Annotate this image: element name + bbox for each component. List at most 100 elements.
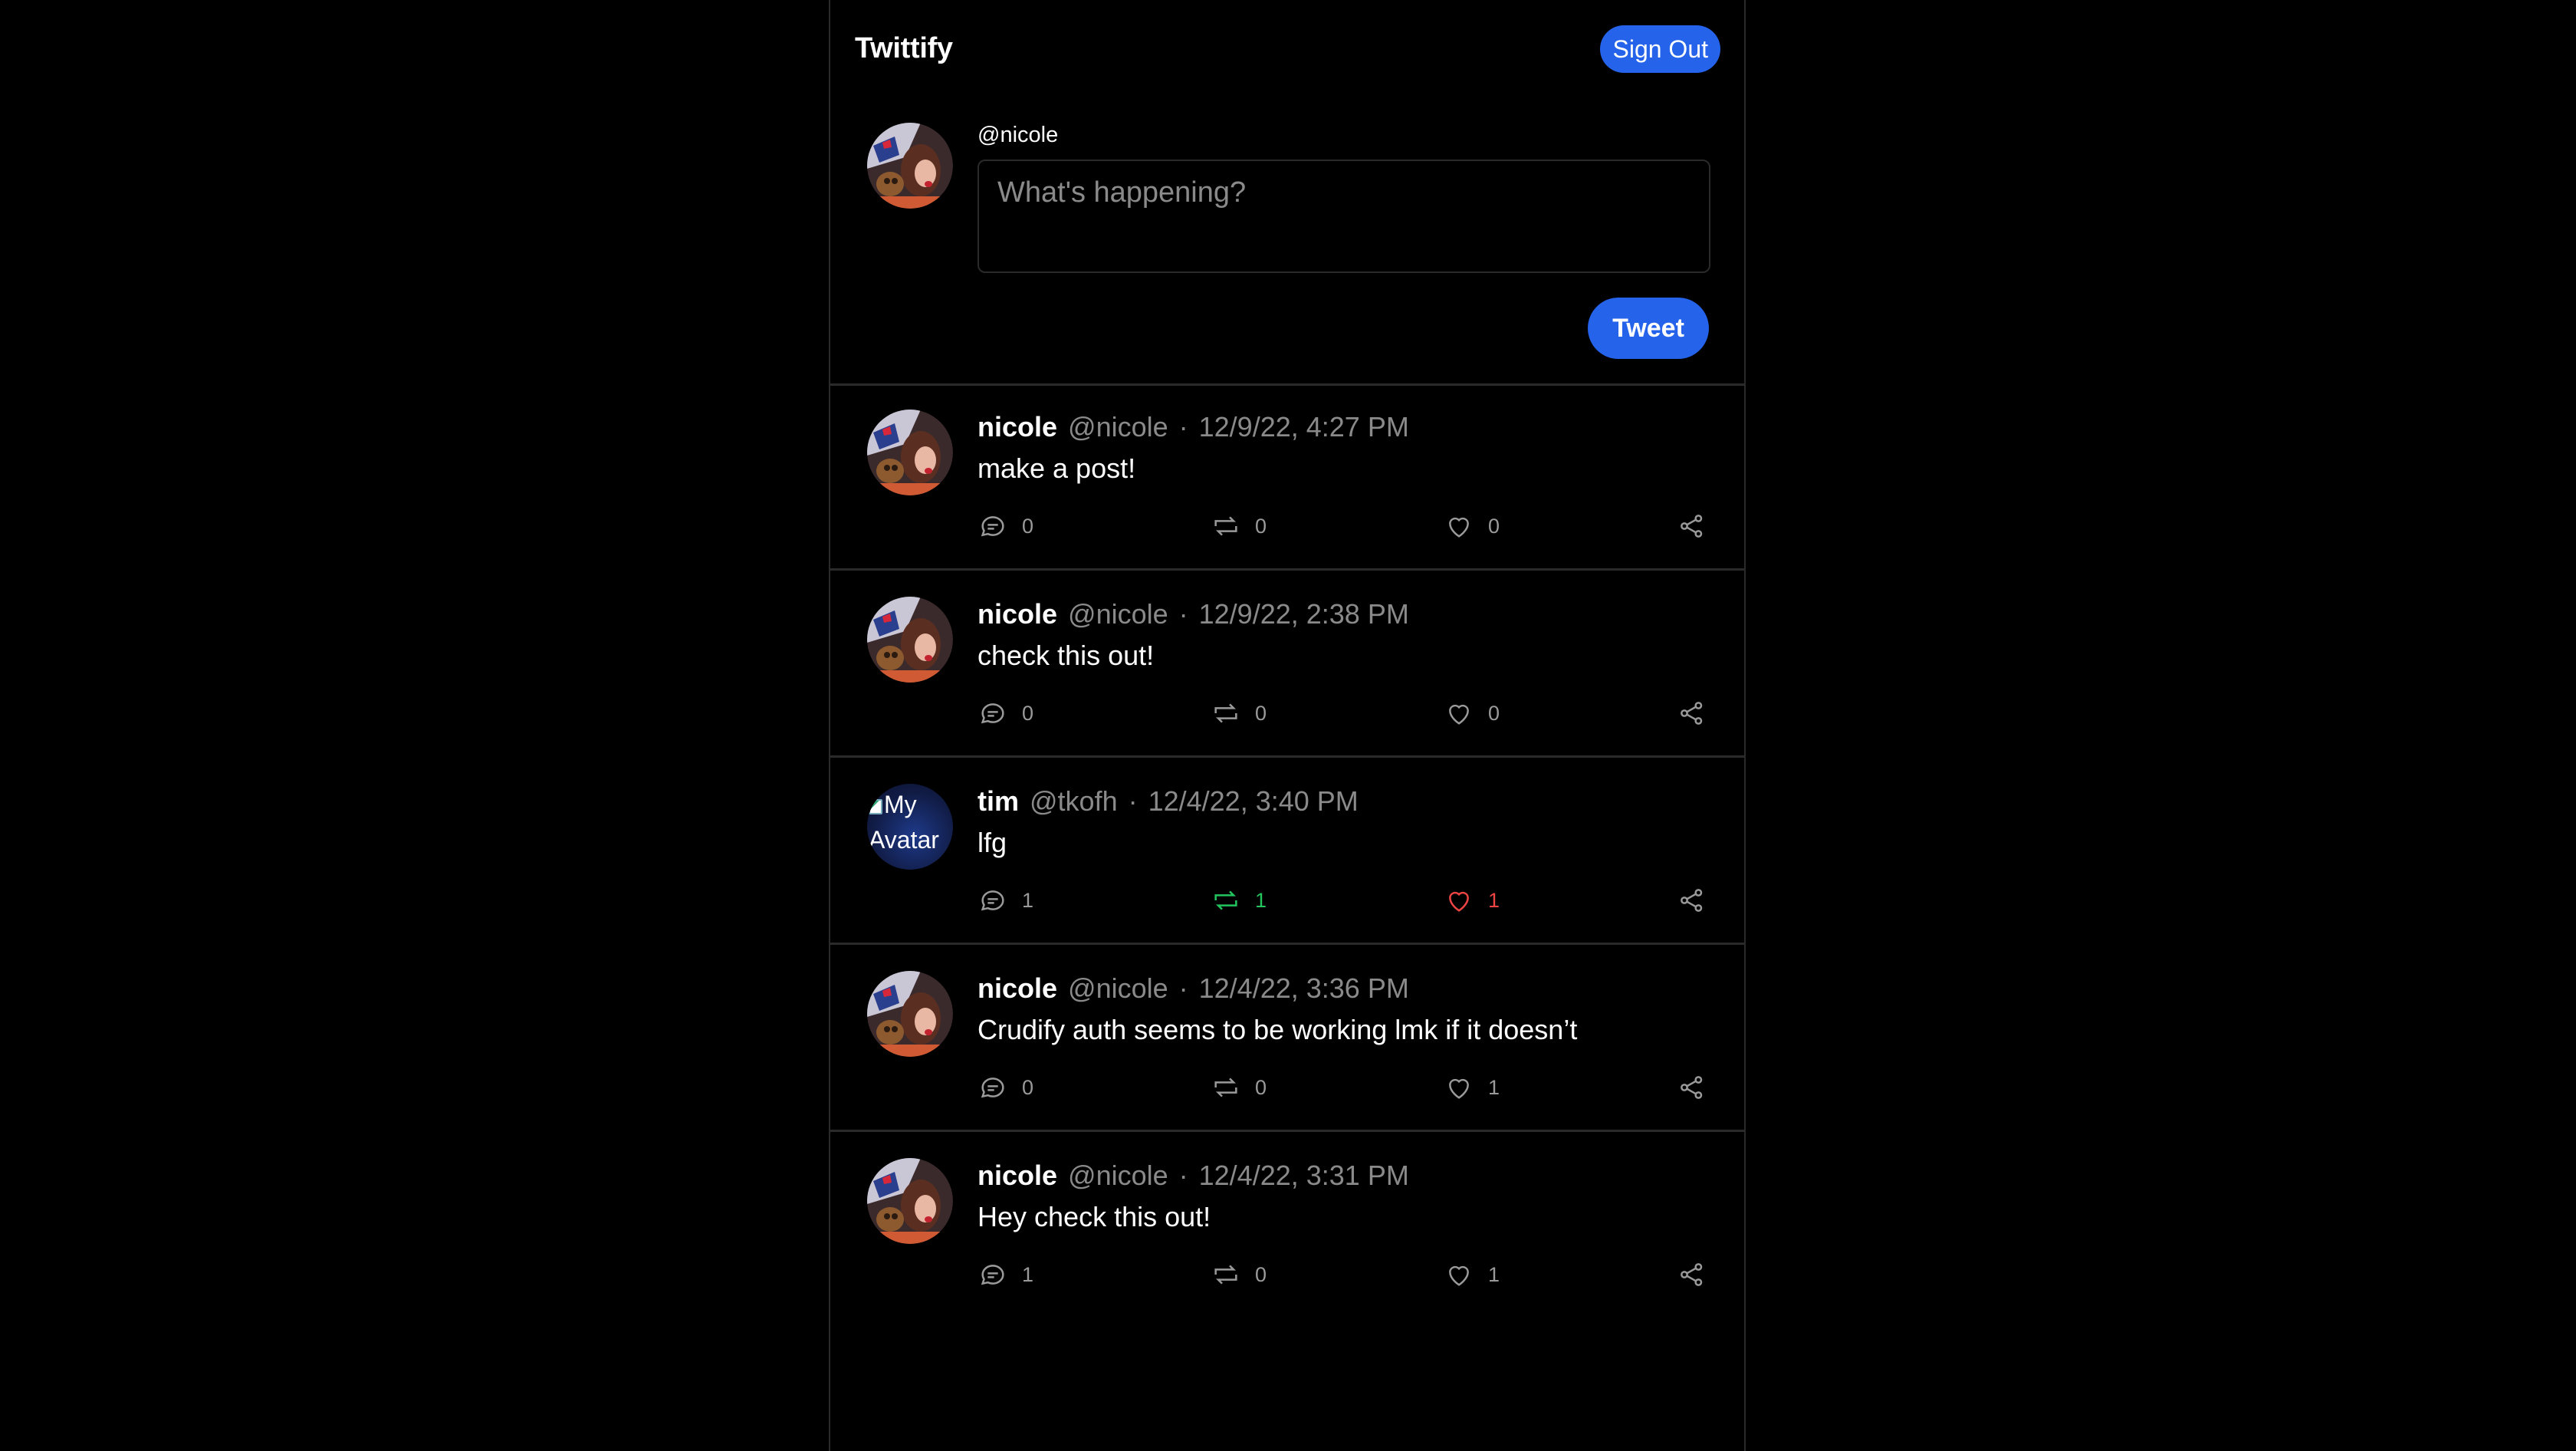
nicole-avatar-image — [867, 1158, 953, 1244]
reply-count: 0 — [1022, 1075, 1034, 1099]
retweet-count: 0 — [1255, 1075, 1267, 1099]
tweet-item[interactable]: nicole @nicole · 12/9/22, 4:27 PM make a po… — [830, 383, 1744, 571]
share-button[interactable] — [1677, 696, 1707, 730]
tweet-meta: nicole @nicole · 12/9/22, 4:27 PM — [978, 411, 1409, 443]
reply-count: 1 — [1022, 1262, 1034, 1286]
author-avatar[interactable] — [867, 410, 953, 495]
reply-icon — [981, 516, 1004, 537]
author-avatar[interactable] — [867, 597, 953, 683]
author-handle[interactable]: @nicole — [1068, 972, 1168, 1004]
broken-image-icon — [869, 799, 882, 814]
like-count: 0 — [1488, 514, 1500, 538]
share-icon — [1681, 1076, 1703, 1099]
author-name[interactable]: nicole — [978, 972, 1057, 1004]
retweet-button[interactable]: 0 — [1211, 1071, 1267, 1104]
author-handle[interactable]: @nicole — [1068, 598, 1168, 630]
author-avatar[interactable] — [867, 1158, 953, 1244]
share-icon — [1681, 515, 1703, 538]
meta-separator: · — [1178, 1160, 1188, 1191]
retweet-button[interactable]: 0 — [1211, 1258, 1267, 1291]
heart-icon — [1449, 891, 1469, 912]
app-header: Twittify Sign Out — [830, 0, 1744, 98]
compose-tweet-input[interactable] — [978, 160, 1710, 273]
meta-separator: · — [1178, 598, 1188, 630]
heart-icon — [1449, 517, 1469, 538]
tweet-timestamp: 12/4/22, 3:36 PM — [1198, 972, 1409, 1004]
timeline-column: Twittify Sign Out @nicole Tweet — [829, 0, 1746, 1451]
tweet-item[interactable]: nicole @nicole · 12/4/22, 3:31 PM Hey check… — [830, 1132, 1744, 1319]
reply-button[interactable]: 0 — [978, 1071, 1033, 1104]
retweet-icon — [1214, 703, 1237, 723]
like-button[interactable]: 0 — [1444, 696, 1500, 730]
like-button[interactable]: 1 — [1444, 883, 1500, 917]
sign-out-button[interactable]: Sign Out — [1600, 25, 1720, 73]
author-handle[interactable]: @nicole — [1068, 411, 1168, 443]
retweet-icon — [1214, 1265, 1237, 1285]
author-name[interactable]: tim — [978, 785, 1019, 817]
share-button[interactable] — [1677, 883, 1707, 917]
retweet-button[interactable]: 0 — [1211, 509, 1267, 543]
retweet-icon — [1214, 516, 1237, 536]
retweet-count: 0 — [1255, 701, 1267, 725]
like-count: 1 — [1488, 1262, 1500, 1286]
tweet-text: lfg — [978, 827, 1007, 858]
author-avatar[interactable]: My Avatar — [867, 784, 953, 870]
like-button[interactable]: 1 — [1444, 1258, 1500, 1291]
author-name[interactable]: nicole — [978, 1160, 1057, 1191]
author-handle[interactable]: @tkofh — [1030, 785, 1118, 817]
tweet-item[interactable]: My Avatar tim @tkofh · 12/4/22, 3:40 PM lfg… — [830, 758, 1744, 945]
tweet-timestamp: 12/9/22, 4:27 PM — [1198, 411, 1409, 443]
share-button[interactable] — [1677, 1071, 1707, 1104]
reply-button[interactable]: 1 — [978, 883, 1033, 917]
reply-icon — [981, 1078, 1004, 1098]
tweet-composer: @nicole Tweet — [830, 98, 1744, 386]
tweet-item[interactable]: nicole @nicole · 12/4/22, 3:36 PM Crudify a… — [830, 945, 1744, 1132]
reply-button[interactable]: 1 — [978, 1258, 1033, 1291]
reply-count: 0 — [1022, 514, 1034, 538]
retweet-button[interactable]: 0 — [1211, 696, 1267, 730]
reply-icon — [981, 890, 1004, 911]
tweet-text: Hey check this out! — [978, 1201, 1211, 1232]
like-count: 1 — [1488, 1075, 1500, 1099]
composer-handle: @nicole — [978, 123, 1059, 147]
tweet-meta: tim @tkofh · 12/4/22, 3:40 PM — [978, 785, 1359, 818]
tweet-text: Crudify auth seems to be working lmk if … — [978, 1014, 1578, 1045]
author-name[interactable]: nicole — [978, 411, 1057, 443]
tweet-item[interactable]: nicole @nicole · 12/9/22, 2:38 PM check thi… — [830, 571, 1744, 758]
like-count: 0 — [1488, 701, 1500, 725]
reply-icon — [981, 1265, 1004, 1285]
heart-icon — [1449, 704, 1469, 725]
retweet-count: 0 — [1255, 1262, 1267, 1286]
app-title: Twittify — [855, 32, 953, 64]
retweet-count: 1 — [1255, 888, 1267, 912]
author-name[interactable]: nicole — [978, 598, 1057, 630]
share-icon — [1681, 889, 1703, 912]
composer-avatar — [867, 123, 953, 209]
nicole-avatar-image — [867, 410, 953, 495]
reply-button[interactable]: 0 — [978, 509, 1033, 543]
like-button[interactable]: 1 — [1444, 1071, 1500, 1104]
nicole-avatar-image — [867, 597, 953, 683]
avatar-alt-text: My Avatar — [869, 791, 939, 854]
meta-separator: · — [1128, 785, 1138, 817]
meta-separator: · — [1178, 972, 1188, 1004]
tweet-meta: nicole @nicole · 12/4/22, 3:36 PM — [978, 972, 1409, 1005]
tweet-timestamp: 12/4/22, 3:40 PM — [1148, 785, 1359, 817]
share-button[interactable] — [1677, 509, 1707, 543]
retweet-button[interactable]: 1 — [1211, 883, 1267, 917]
like-button[interactable]: 0 — [1444, 509, 1500, 543]
retweet-icon — [1214, 890, 1237, 910]
nicole-avatar-image — [867, 123, 953, 209]
author-handle[interactable]: @nicole — [1068, 1160, 1168, 1191]
tweet-meta: nicole @nicole · 12/4/22, 3:31 PM — [978, 1160, 1409, 1192]
reply-button[interactable]: 0 — [978, 696, 1033, 730]
share-button[interactable] — [1677, 1258, 1707, 1291]
author-avatar[interactable] — [867, 971, 953, 1057]
heart-icon — [1449, 1265, 1469, 1286]
tweet-text: make a post! — [978, 452, 1136, 484]
like-count: 1 — [1488, 888, 1500, 912]
reply-icon — [981, 703, 1004, 724]
retweet-count: 0 — [1255, 514, 1267, 538]
retweet-icon — [1214, 1078, 1237, 1097]
tweet-button[interactable]: Tweet — [1588, 298, 1709, 359]
